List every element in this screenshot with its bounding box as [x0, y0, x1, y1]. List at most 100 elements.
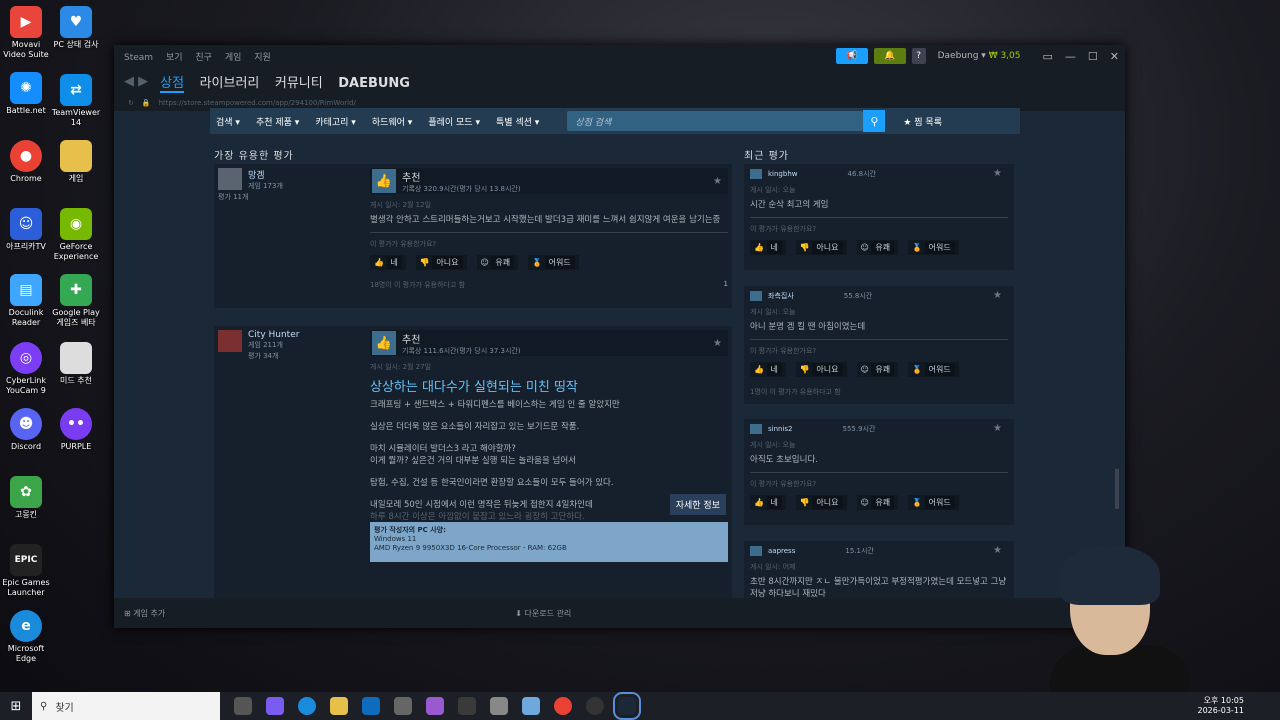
- scrollbar[interactable]: [1115, 469, 1119, 509]
- desktop-icon-edge[interactable]: e Microsoft Edge: [0, 610, 52, 664]
- app-icon[interactable]: [394, 697, 412, 715]
- award-star-icon[interactable]: ★: [993, 545, 1002, 556]
- comment-count[interactable]: 1: [724, 280, 728, 288]
- award-star-icon[interactable]: ★: [713, 338, 722, 349]
- read-more-button[interactable]: 자세한 정보: [669, 494, 726, 515]
- desktop-icon-drama-doc[interactable]: 미드 추천: [50, 342, 102, 386]
- maximize-icon[interactable]: ☐: [1088, 50, 1098, 63]
- vote-funny-button[interactable]: ☺ 유쾌: [856, 495, 899, 510]
- award-star-icon[interactable]: ★: [993, 423, 1002, 434]
- review-author[interactable]: City Hunter 게임 211개 평가 34개: [218, 330, 358, 362]
- copilot-icon[interactable]: [266, 697, 284, 715]
- award-star-icon[interactable]: ★: [993, 290, 1002, 301]
- vote-no-button[interactable]: 👎 아니요: [795, 240, 847, 255]
- store-search-input[interactable]: 상점 검색: [567, 111, 864, 131]
- close-icon[interactable]: ✕: [1110, 50, 1119, 63]
- task-view-icon[interactable]: [234, 697, 252, 715]
- review-hours: 기록상 111.6시간(평가 당시 37.3시간): [402, 346, 521, 355]
- vote-yes-button[interactable]: 👍 네: [750, 362, 786, 377]
- bigpicture-icon[interactable]: ▭: [1043, 50, 1053, 63]
- menu-view[interactable]: 보기: [166, 53, 183, 63]
- desktop-icon-battlenet[interactable]: ✺ Battle.net: [0, 72, 52, 116]
- megaphone-icon[interactable]: 📢: [835, 48, 868, 64]
- windows-start-icon[interactable]: ⊞: [0, 699, 32, 714]
- app-icon[interactable]: [426, 697, 444, 715]
- recent-review-header: 좌측집사 55.8시간 ★: [750, 290, 1008, 301]
- tab-library[interactable]: 라이브러리: [200, 76, 260, 91]
- add-game-button[interactable]: ⊞ 게임 추가: [124, 608, 165, 619]
- award-star-icon[interactable]: ★: [993, 168, 1002, 179]
- chrome-icon[interactable]: [554, 697, 572, 715]
- edge-icon[interactable]: [298, 697, 316, 715]
- app-icon[interactable]: [586, 697, 604, 715]
- store-icon[interactable]: [458, 697, 476, 715]
- author-name[interactable]: kingbhw: [768, 170, 797, 178]
- account-menu[interactable]: Daebung ▾ ₩ 3,05: [932, 51, 1027, 61]
- desktop-icon-youcam[interactable]: ◎ CyberLink YouCam 9: [0, 342, 52, 396]
- file-explorer-icon[interactable]: [330, 697, 348, 715]
- tab-profile[interactable]: DAEBUNG: [338, 76, 410, 91]
- store-nav-hardware[interactable]: 하드웨어 ▾: [372, 115, 413, 128]
- bell-icon[interactable]: 🔔: [873, 48, 906, 64]
- app-icon[interactable]: [490, 697, 508, 715]
- desktop-icon-movavi[interactable]: ▶ Movavi Video Suite: [0, 6, 52, 60]
- desktop-icon-google-play-games[interactable]: ✚ Google Play 게임즈 베타: [50, 274, 102, 328]
- desktop-icon-geforce[interactable]: ◉ GeForce Experience: [50, 208, 102, 262]
- vote-no-button[interactable]: 👎 아니요: [795, 495, 847, 510]
- desktop-icon-discord[interactable]: ☻ Discord: [0, 408, 52, 452]
- help-button[interactable]: ?: [911, 48, 926, 64]
- steam-icon[interactable]: [613, 692, 641, 720]
- forward-arrow-icon[interactable]: ▶: [138, 74, 148, 89]
- vote-award-button[interactable]: 🏅 어워드: [908, 240, 959, 255]
- outlook-icon[interactable]: [362, 697, 380, 715]
- desktop-icon-teamviewer[interactable]: ⇄ TeamViewer 14: [50, 74, 102, 128]
- desktop-icon-games-folder[interactable]: 게임: [50, 140, 102, 184]
- award-star-icon[interactable]: ★: [713, 176, 722, 187]
- vote-funny-button[interactable]: ☺ 유쾌: [476, 255, 519, 270]
- vote-award-button[interactable]: 🏅 어워드: [908, 495, 959, 510]
- vote-no-button[interactable]: 👎 아니요: [415, 255, 467, 270]
- avatar[interactable]: [218, 168, 242, 190]
- tab-community[interactable]: 커뮤니티: [275, 76, 323, 91]
- vote-award-button[interactable]: 🏅 어워드: [908, 362, 959, 377]
- vote-award-button[interactable]: 🏅 어워드: [528, 255, 579, 270]
- menu-help[interactable]: 지원: [254, 53, 271, 63]
- author-name[interactable]: sinnis2: [768, 425, 793, 433]
- author-name[interactable]: aapress: [768, 547, 795, 555]
- vote-yes-button[interactable]: 👍 네: [750, 240, 786, 255]
- wishlist-button[interactable]: ★ 찜 목록: [903, 115, 942, 128]
- store-nav-browse[interactable]: 검색 ▾: [216, 115, 240, 128]
- url-text[interactable]: https://store.steampowered.com/app/29410…: [159, 99, 356, 107]
- desktop-icon-doculink[interactable]: ▤ Doculink Reader: [0, 274, 52, 328]
- review-author[interactable]: 망겜 게임 173개 평가 11개: [218, 168, 358, 203]
- desktop-icon-pc-health[interactable]: ♥ PC 상태 검사: [50, 6, 102, 50]
- store-nav-play-modes[interactable]: 플레이 모드 ▾: [428, 115, 480, 128]
- store-nav-categories[interactable]: 카테고리 ▾: [315, 115, 356, 128]
- desktop-icon-purple[interactable]: •• PURPLE: [50, 408, 102, 452]
- taskbar-clock[interactable]: 오후 10:05 2026-03-11: [1198, 696, 1245, 716]
- desktop-icon-gomonkin[interactable]: ✿ 고몽킨: [0, 476, 52, 520]
- store-nav-special[interactable]: 특별 섹션 ▾: [496, 115, 539, 128]
- store-nav-recommended[interactable]: 추천 제품 ▾: [256, 115, 299, 128]
- minimize-icon[interactable]: —: [1065, 50, 1076, 63]
- download-manager-button[interactable]: ⬇ 다운로드 관리: [515, 608, 571, 619]
- taskbar-search[interactable]: ⚲ 찾기: [32, 692, 220, 720]
- vote-yes-button[interactable]: 👍 네: [370, 255, 406, 270]
- refresh-icon[interactable]: ↻: [128, 99, 134, 107]
- author-name[interactable]: 좌측집사: [768, 291, 794, 301]
- desktop-icon-afreecatv[interactable]: ☺ 아프리카TV: [0, 208, 52, 252]
- app-icon[interactable]: [522, 697, 540, 715]
- vote-no-button[interactable]: 👎 아니요: [795, 362, 847, 377]
- desktop-icon-epic-games[interactable]: EPIC Epic Games Launcher: [0, 544, 52, 598]
- desktop-icon-chrome[interactable]: ● Chrome: [0, 140, 52, 184]
- back-arrow-icon[interactable]: ◀: [124, 74, 134, 89]
- menu-friends[interactable]: 친구: [195, 53, 212, 63]
- vote-funny-button[interactable]: ☺ 유쾌: [856, 362, 899, 377]
- search-icon[interactable]: ⚲: [863, 110, 886, 132]
- menu-steam[interactable]: Steam: [124, 53, 153, 63]
- menu-games[interactable]: 게임: [225, 53, 242, 63]
- tab-store[interactable]: 상점: [160, 75, 185, 93]
- avatar[interactable]: [218, 330, 242, 352]
- vote-yes-button[interactable]: 👍 네: [750, 495, 786, 510]
- vote-funny-button[interactable]: ☺ 유쾌: [856, 240, 899, 255]
